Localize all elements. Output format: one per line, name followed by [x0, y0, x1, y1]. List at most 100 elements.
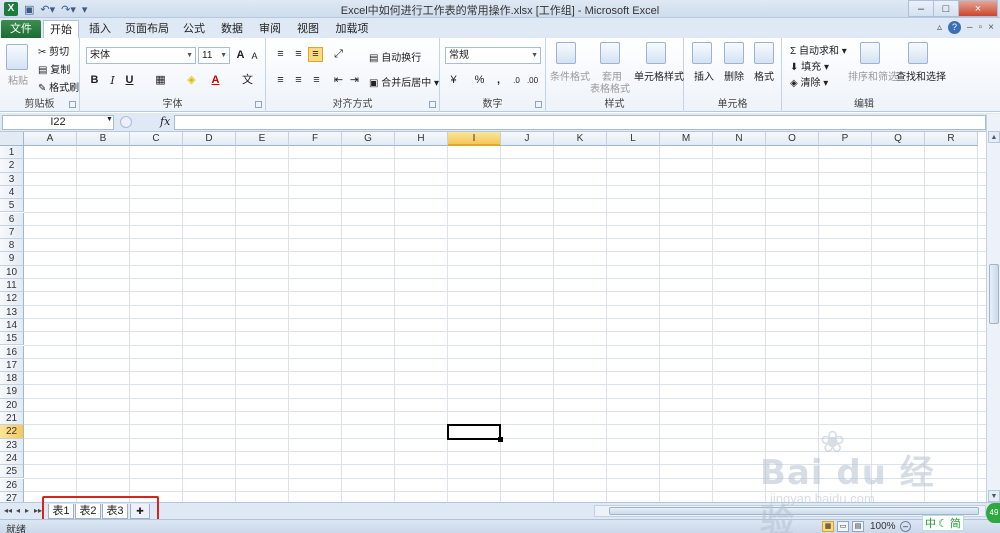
comma-button[interactable]: ,: [492, 74, 505, 87]
row-header-15[interactable]: 15: [0, 332, 24, 346]
increase-decimal-icon[interactable]: .0: [510, 74, 523, 87]
ime-language[interactable]: 中: [925, 515, 936, 531]
column-header-h[interactable]: H: [395, 132, 448, 146]
column-header-p[interactable]: P: [819, 132, 872, 146]
column-header-m[interactable]: M: [660, 132, 713, 146]
badge[interactable]: 49: [986, 503, 1000, 523]
column-header-k[interactable]: K: [554, 132, 607, 146]
copy-button[interactable]: ▤ 复制: [38, 61, 70, 76]
conditional-format-icon[interactable]: [556, 42, 576, 64]
align-top-icon[interactable]: ≡: [274, 48, 287, 61]
row-header-14[interactable]: 14: [0, 318, 24, 333]
conditional-format-button[interactable]: 条件格式: [550, 68, 590, 83]
formula-input[interactable]: [174, 115, 986, 130]
decrease-decimal-icon[interactable]: .00: [526, 74, 539, 87]
row-header-21[interactable]: 21: [0, 412, 24, 426]
tab-insert[interactable]: 插入: [83, 20, 117, 38]
vertical-scrollbar[interactable]: ▲ ▼: [986, 114, 1000, 505]
tab-view[interactable]: 视图: [292, 20, 324, 38]
autosum-button[interactable]: Σ 自动求和 ▾: [790, 42, 847, 57]
insert-cells-button[interactable]: 插入: [694, 68, 714, 83]
prev-sheet-icon[interactable]: ◂: [16, 506, 20, 515]
ime-toolbar[interactable]: 中 ☾ 简: [922, 515, 964, 531]
select-all-corner[interactable]: [0, 132, 24, 146]
align-left-icon[interactable]: ≡: [274, 74, 287, 87]
row-header-19[interactable]: 19: [0, 385, 24, 399]
scroll-up-icon[interactable]: ▲: [988, 131, 1000, 143]
tab-formulas[interactable]: 公式: [178, 20, 210, 38]
format-cells-icon[interactable]: [754, 42, 774, 64]
cell-styles-icon[interactable]: [646, 42, 666, 64]
row-header-17[interactable]: 17: [0, 358, 24, 373]
bold-button[interactable]: B: [88, 74, 101, 87]
row-header-10[interactable]: 10: [0, 265, 24, 279]
paste-icon[interactable]: [6, 44, 28, 70]
row-header-9[interactable]: 9: [0, 252, 24, 266]
find-select-icon[interactable]: [908, 42, 928, 64]
next-sheet-icon[interactable]: ▸: [25, 506, 29, 515]
column-header-c[interactable]: C: [130, 132, 183, 146]
vertical-scroll-thumb[interactable]: [989, 264, 999, 324]
row-header-25[interactable]: 25: [0, 465, 24, 479]
row-header-11[interactable]: 11: [0, 279, 24, 293]
paste-button[interactable]: 粘贴: [8, 72, 28, 87]
column-header-r[interactable]: R: [925, 132, 978, 146]
fill-color-icon[interactable]: ◈: [185, 74, 198, 87]
format-painter-button[interactable]: ✎ 格式刷: [38, 79, 79, 94]
wrap-text-button[interactable]: ▤ 自动换行: [369, 49, 421, 64]
font-size-select[interactable]: 11 ▼: [198, 47, 230, 64]
column-header-q[interactable]: Q: [872, 132, 925, 146]
tab-page-layout[interactable]: 页面布局: [122, 20, 172, 38]
tab-file[interactable]: 文件: [1, 20, 41, 38]
column-header-g[interactable]: G: [342, 132, 395, 146]
borders-icon[interactable]: ▦: [154, 74, 167, 87]
row-header-23[interactable]: 23: [0, 438, 24, 452]
row-header-3[interactable]: 3: [0, 172, 24, 186]
column-header-n[interactable]: N: [713, 132, 766, 146]
italic-button[interactable]: I: [106, 74, 119, 87]
doc-close-icon[interactable]: ×: [988, 22, 994, 33]
align-right-icon[interactable]: ≡: [310, 74, 323, 87]
align-middle-icon[interactable]: ≡: [292, 48, 305, 61]
column-header-f[interactable]: F: [289, 132, 342, 146]
cell-styles-button[interactable]: 单元格样式: [634, 68, 684, 83]
minimize-button[interactable]: –: [908, 0, 934, 17]
sort-filter-button[interactable]: 排序和筛选: [848, 68, 898, 83]
column-header-b[interactable]: B: [77, 132, 130, 146]
number-launcher-icon[interactable]: [535, 101, 542, 108]
first-sheet-icon[interactable]: ◂◂: [4, 506, 12, 515]
scroll-down-icon[interactable]: ▼: [988, 490, 1000, 502]
grow-font-button[interactable]: A: [234, 49, 247, 62]
row-header-26[interactable]: 26: [0, 478, 24, 492]
clear-button[interactable]: ◈ 清除 ▾: [790, 74, 828, 89]
row-header-2[interactable]: 2: [0, 159, 24, 173]
delete-cells-button[interactable]: 删除: [724, 68, 744, 83]
fill-handle[interactable]: [498, 436, 503, 442]
row-header-12[interactable]: 12: [0, 292, 24, 306]
doc-minimize-icon[interactable]: –: [967, 22, 973, 33]
doc-restore-icon[interactable]: ▫: [979, 22, 983, 33]
format-cells-button[interactable]: 格式: [754, 68, 774, 83]
insert-cells-icon[interactable]: [692, 42, 712, 64]
tab-home[interactable]: 开始: [43, 20, 79, 38]
shrink-font-button[interactable]: A: [248, 50, 261, 63]
decrease-indent-icon[interactable]: ⇤: [332, 74, 345, 87]
row-header-1[interactable]: 1: [0, 146, 24, 160]
underline-button[interactable]: U: [123, 74, 136, 87]
ime-mode[interactable]: 简: [950, 515, 961, 531]
align-bottom-icon[interactable]: ≡: [308, 47, 323, 62]
percent-button[interactable]: %: [473, 74, 486, 87]
column-header-l[interactable]: L: [607, 132, 660, 146]
row-header-13[interactable]: 13: [0, 305, 24, 319]
font-launcher-icon[interactable]: [255, 101, 262, 108]
table-format-icon[interactable]: [600, 42, 620, 64]
minimize-ribbon-icon[interactable]: ▵: [937, 22, 942, 33]
last-sheet-icon[interactable]: ▸▸: [34, 506, 42, 515]
number-format-select[interactable]: 常规 ▼: [445, 47, 541, 64]
fill-button[interactable]: ⬇ 填充 ▾: [790, 58, 829, 73]
row-header-8[interactable]: 8: [0, 239, 24, 253]
column-header-a[interactable]: A: [24, 132, 77, 146]
column-header-j[interactable]: J: [501, 132, 554, 146]
row-header-7[interactable]: 7: [0, 225, 24, 240]
font-color-button[interactable]: A: [209, 74, 222, 87]
